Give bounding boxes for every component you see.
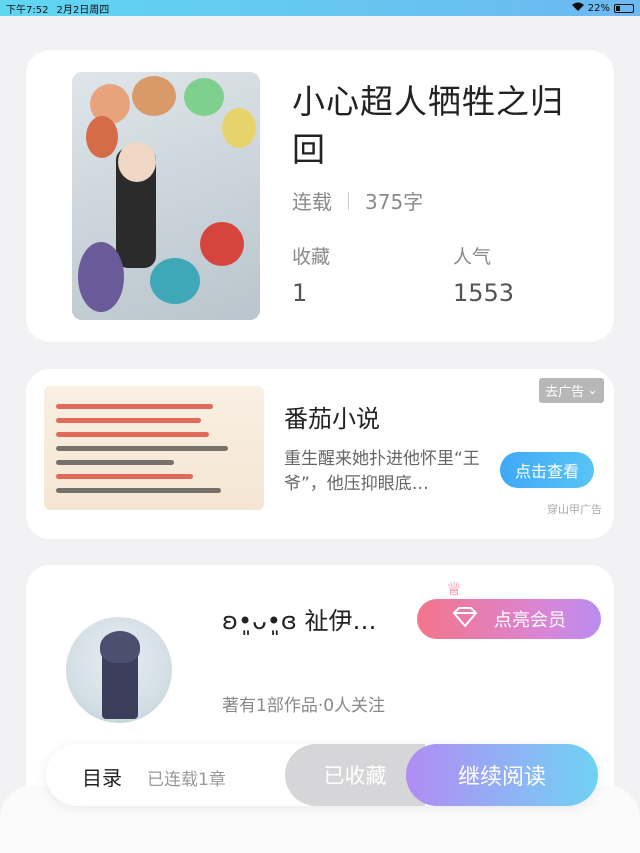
- divider: [348, 191, 349, 210]
- status-date: 2月2日周四: [56, 4, 110, 16]
- ad-image[interactable]: [44, 386, 264, 510]
- ad-source: 穿山甲广告: [547, 503, 602, 516]
- battery-icon: [614, 3, 634, 13]
- book-meta: 连载 375字: [292, 186, 423, 215]
- crown-icon: ♕: [446, 579, 463, 600]
- ad-view-button[interactable]: 点击查看: [500, 452, 594, 488]
- popularity-label: 人气: [453, 246, 492, 268]
- ad-description: 重生醒来她扑进他怀里“王爷”，他压抑眼底…: [284, 449, 480, 494]
- book-status: 连载: [292, 190, 332, 214]
- popularity-value: 1553: [453, 279, 515, 307]
- book-info-card: 小心超人牺牲之归回 连载 375字 收藏 1 人气 1553: [26, 50, 614, 342]
- diamond-icon: [452, 606, 478, 632]
- chevron-down-icon: ⌄: [587, 383, 598, 398]
- favorites-value: 1: [292, 279, 308, 307]
- vip-button[interactable]: 点亮会员: [417, 599, 601, 639]
- battery-percent: 22%: [587, 2, 610, 14]
- favorites-label: 收藏: [292, 246, 331, 268]
- bottom-action-bar: 目录 已连载1章 已收藏 继续阅读: [46, 744, 598, 806]
- author-name[interactable]: ʚ•͈ᴗ•͈ɞ 祉伊…: [222, 601, 377, 636]
- favorited-button[interactable]: 已收藏: [285, 744, 425, 806]
- continue-reading-button[interactable]: 继续阅读: [406, 744, 598, 806]
- remove-ad-label: 去广告: [545, 385, 585, 400]
- favorites-stat: 收藏 1: [292, 242, 330, 307]
- ad-card[interactable]: 番茄小说 重生醒来她扑进他怀里“王爷”，他压抑眼底… 去广告 ⌄ 点击查看 穿山…: [26, 369, 614, 539]
- author-info: 著有1部作品·0人关注: [222, 696, 386, 716]
- chapter-count: 已连载1章: [147, 770, 226, 790]
- table-of-contents-button[interactable]: 目录: [82, 762, 122, 791]
- popularity-stat: 人气 1553: [453, 242, 514, 307]
- ad-title: 番茄小说: [284, 405, 380, 433]
- book-cover-image[interactable]: [72, 72, 260, 320]
- book-title: 小心超人牺牲之归回: [292, 82, 564, 169]
- author-avatar[interactable]: [66, 617, 172, 723]
- status-bar: 下午7:52 2月2日周四 22%: [0, 0, 640, 16]
- status-time: 下午7:52: [6, 4, 49, 16]
- vip-label: 点亮会员: [494, 610, 566, 631]
- remove-ad-button[interactable]: 去广告 ⌄: [539, 378, 604, 403]
- book-word-count: 375字: [365, 190, 424, 214]
- wifi-icon: [571, 2, 584, 14]
